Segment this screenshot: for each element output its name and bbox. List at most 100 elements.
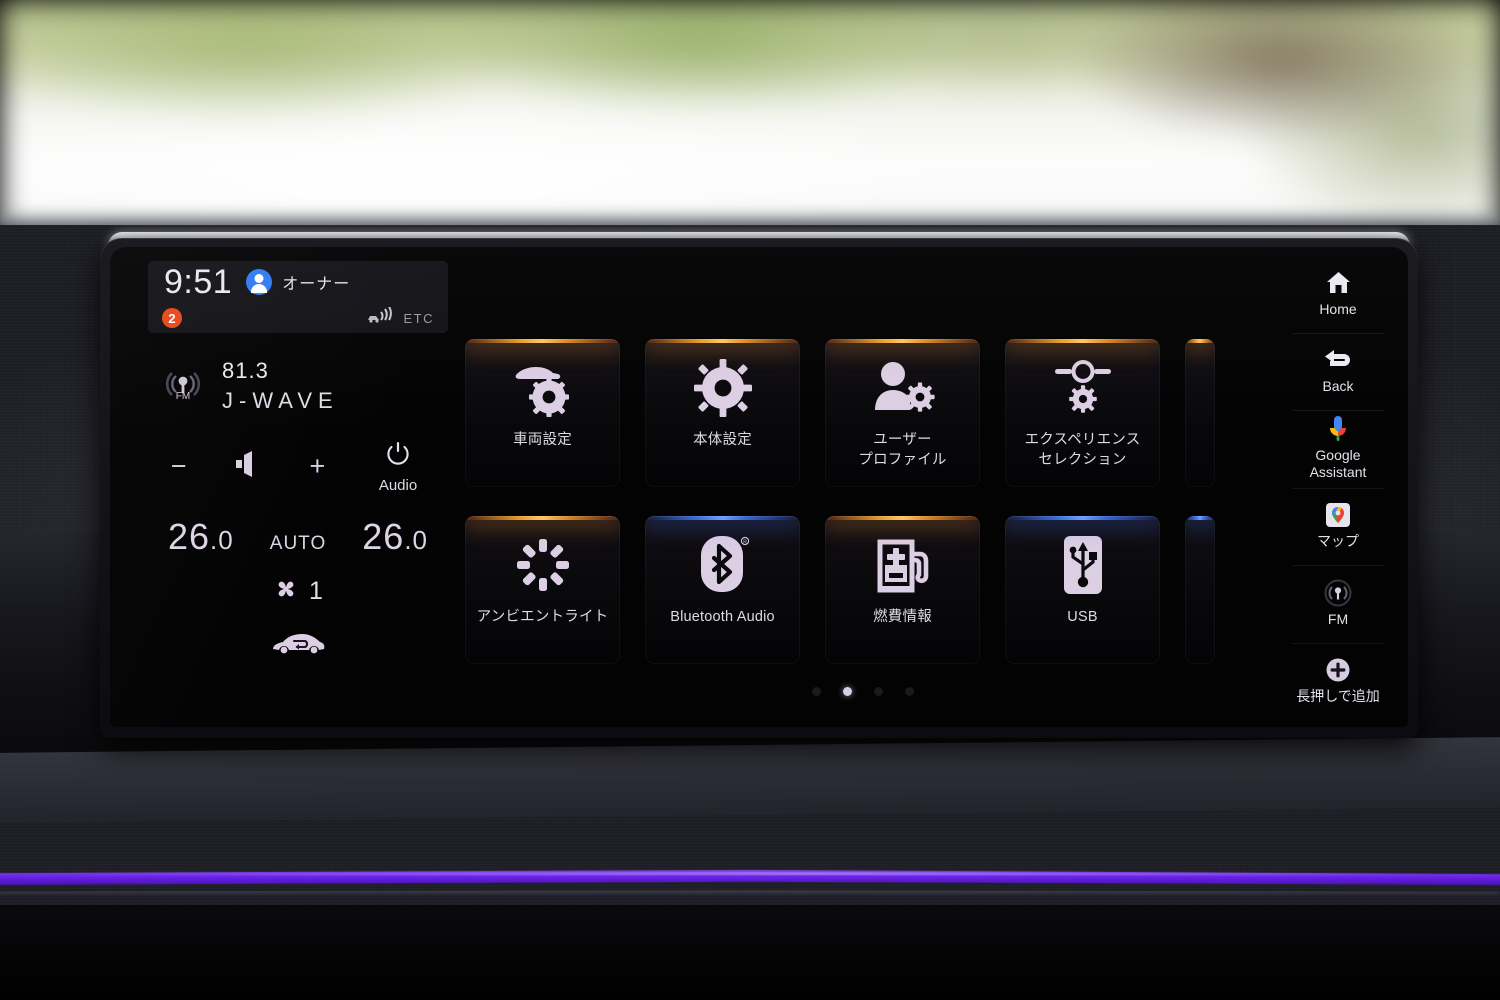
passenger-temperature[interactable]: 26.0	[362, 516, 428, 558]
sidebar-item-add-shortcut[interactable]: 長押しで追加	[1278, 642, 1398, 721]
page-dot-1[interactable]	[811, 687, 821, 696]
fan-icon	[273, 576, 299, 607]
status-bar-right-icons: ETC	[366, 305, 435, 330]
driver-temperature[interactable]: 26.0	[168, 516, 234, 558]
sidebar-item-label: Google Assistant	[1309, 446, 1367, 481]
tile-next-page-preview-2[interactable]	[1185, 516, 1215, 664]
plus-circle-icon	[1325, 657, 1351, 683]
tile-label: ユーザー プロファイル	[858, 432, 947, 468]
power-icon	[383, 439, 413, 474]
tile-glow	[1185, 516, 1215, 520]
recirculation-row[interactable]	[148, 629, 448, 662]
page-indicator[interactable]	[465, 687, 1260, 696]
tile-row-1: 車両設定 本体設定 ユーザー プロファイル エクスペリエンス セレクション	[465, 339, 1260, 487]
tile-label: エクスペリエンス セレクション	[1024, 432, 1141, 468]
home-icon	[1325, 270, 1352, 296]
radio-station-name: J-WAVE	[222, 388, 339, 413]
slider-gear-icon	[1050, 345, 1116, 431]
fan-speed-row[interactable]: 1	[148, 576, 448, 607]
audio-control-row: − + Audio	[148, 429, 448, 503]
right-sidebar: Home Back Google Assistant マップ FM 長押しで追加	[1278, 255, 1398, 720]
avatar[interactable]	[246, 269, 273, 295]
tile-row-2: アンビエントライト R Bluetooth Audio 燃費情報 USB	[465, 516, 1260, 664]
usb-icon	[1060, 522, 1106, 608]
tile-glow	[825, 339, 980, 343]
back-arrow-icon	[1322, 347, 1354, 373]
audio-power-button[interactable]: Audio	[348, 439, 448, 494]
page-dot-2[interactable]	[842, 687, 852, 696]
etc-label: ETC	[403, 310, 434, 326]
etc-signal-icon	[366, 305, 396, 330]
sidebar-item-google-assistant[interactable]: Google Assistant	[1278, 410, 1398, 488]
tile-label: 本体設定	[693, 432, 752, 448]
tile-user-profile[interactable]: ユーザー プロファイル	[825, 339, 980, 487]
tile-label: USB	[1067, 609, 1098, 625]
svg-text:FM: FM	[176, 391, 190, 402]
infotainment-screen[interactable]: 9:51 オーナー 2 ETC FM 81.3 J-WAVE − + Audio…	[110, 247, 1408, 727]
bluetooth-icon: R	[695, 522, 751, 608]
notification-badge[interactable]: 2	[162, 308, 182, 328]
fm-radio-icon	[1324, 579, 1352, 606]
tile-next-page-preview[interactable]	[1185, 339, 1215, 487]
radio-frequency: 81.3	[222, 358, 269, 383]
sidebar-item-home[interactable]: Home	[1278, 255, 1398, 333]
sidebar-item-label: Back	[1322, 378, 1354, 394]
profile-name: オーナー	[282, 276, 351, 293]
ambient-light-icon	[514, 522, 572, 608]
windshield-background	[0, 0, 1500, 232]
tile-glow	[1005, 516, 1160, 520]
status-bar-bottom-row: 2 ETC	[148, 303, 448, 333]
tile-label: 車両設定	[513, 432, 572, 448]
infotainment-display-unit: 9:51 オーナー 2 ETC FM 81.3 J-WAVE − + Audio…	[100, 232, 1418, 747]
temperature-row: 26.0 AUTO 26.0	[148, 516, 448, 558]
ambient-light-strip	[0, 852, 1500, 922]
clock: 9:51	[164, 262, 233, 301]
sidebar-item-label: マップ	[1317, 533, 1359, 549]
gear-icon	[692, 345, 754, 431]
page-dot-3[interactable]	[873, 687, 883, 696]
tile-glow	[1005, 339, 1160, 343]
sidebar-item-label: 長押しで追加	[1296, 688, 1380, 704]
app-tile-grid: 車両設定 本体設定 ユーザー プロファイル エクスペリエンス セレクション アン…	[465, 339, 1260, 664]
fm-radio-icon: FM	[160, 361, 206, 412]
person-gear-icon	[870, 345, 936, 431]
page-dot-4[interactable]	[904, 687, 914, 696]
fan-speed-value: 1	[309, 577, 323, 605]
sidebar-item-label: Home	[1319, 300, 1357, 317]
volume-up-button[interactable]: +	[309, 452, 325, 480]
sidebar-item-back[interactable]: Back	[1278, 332, 1398, 411]
tile-glow	[1185, 339, 1215, 343]
tile-fuel-economy[interactable]: 燃費情報	[825, 516, 980, 664]
status-bar[interactable]: 9:51 オーナー 2 ETC	[148, 261, 448, 333]
ambient-underline	[0, 890, 1500, 896]
google-assistant-mic-icon	[1327, 415, 1349, 442]
auto-mode-label[interactable]: AUTO	[270, 533, 326, 555]
tile-glow	[465, 516, 620, 520]
tile-usb[interactable]: USB	[1005, 516, 1160, 664]
tile-system-settings[interactable]: 本体設定	[645, 339, 800, 487]
sidebar-item-maps[interactable]: マップ	[1278, 487, 1398, 566]
volume-down-button[interactable]: −	[171, 452, 187, 480]
tile-glow	[645, 516, 800, 520]
left-column: 9:51 オーナー 2 ETC FM 81.3 J-WAVE − + Audio…	[148, 261, 448, 713]
sidebar-item-fm[interactable]: FM	[1278, 565, 1398, 643]
air-recirculation-icon	[269, 629, 327, 662]
tile-bluetooth-audio[interactable]: R Bluetooth Audio	[645, 516, 800, 664]
tile-glow	[645, 339, 800, 343]
svg-text:R: R	[743, 540, 747, 546]
tile-label: 燃費情報	[873, 609, 932, 625]
tile-glow	[825, 516, 980, 520]
climate-panel[interactable]: 26.0 AUTO 26.0 1	[148, 516, 448, 706]
tile-vehicle-settings[interactable]: 車両設定	[465, 339, 620, 487]
tile-label: Bluetooth Audio	[670, 609, 775, 625]
tile-ambient-light[interactable]: アンビエントライト	[465, 516, 620, 664]
tile-experience-selection[interactable]: エクスペリエンス セレクション	[1005, 339, 1160, 487]
sidebar-item-label: FM	[1327, 610, 1349, 627]
speaker-icon[interactable]	[232, 450, 264, 482]
status-bar-top-row: 9:51 オーナー	[148, 261, 448, 303]
audio-power-label: Audio	[378, 476, 418, 494]
radio-info-panel[interactable]: FM 81.3 J-WAVE	[148, 347, 448, 425]
tile-label: アンビエントライト	[476, 609, 609, 625]
fuel-pump-icon	[872, 522, 934, 608]
google-maps-pin-icon	[1325, 502, 1351, 528]
